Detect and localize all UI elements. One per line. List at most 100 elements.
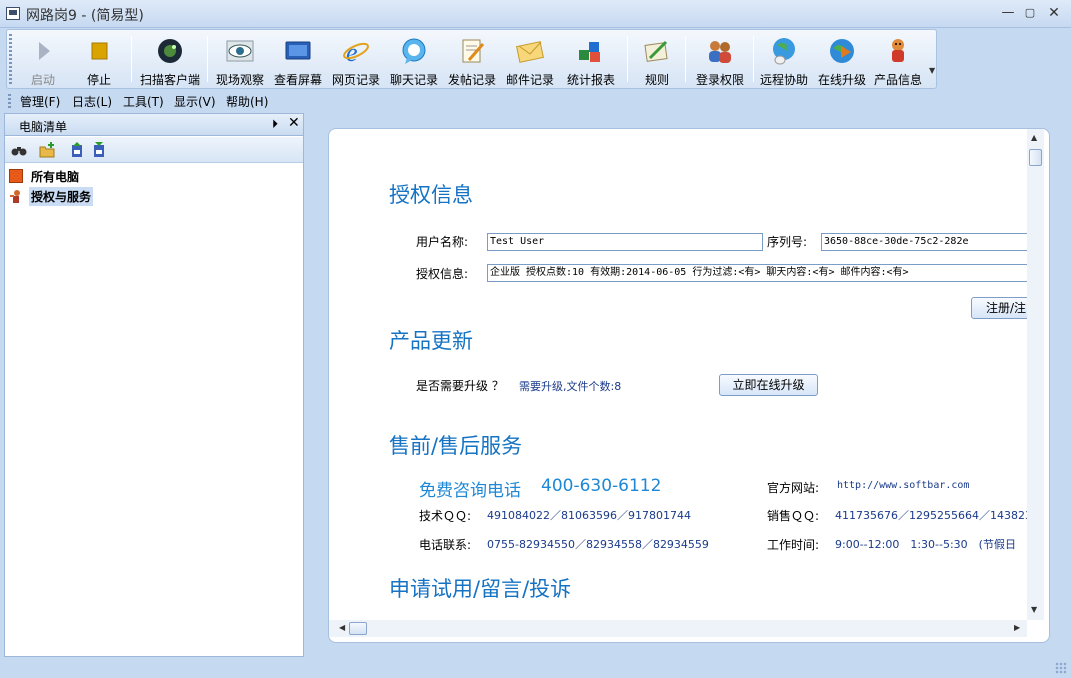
tree-item-label: 授权与服务 bbox=[29, 187, 94, 206]
title-bar: 网路岗9 - (简易型) — ▢ ✕ bbox=[0, 0, 1071, 28]
mail-icon bbox=[516, 41, 544, 63]
serial-label: 序列号: bbox=[767, 235, 808, 249]
license-info-label: 授权信息: bbox=[416, 267, 469, 281]
scroll-left-icon[interactable]: ◀ bbox=[339, 623, 345, 632]
license-info-field[interactable]: 企业版 授权点数:10 有效期:2014-06-05 行为过滤:<有> 聊天内容… bbox=[487, 264, 1027, 282]
stats-report-label: 统计报表 bbox=[566, 73, 615, 87]
website-label: 官方网站: bbox=[767, 481, 820, 495]
svg-text:e: e bbox=[346, 38, 358, 66]
toolbar-overflow-icon[interactable]: ▼ bbox=[929, 66, 939, 86]
start-button[interactable]: 启动 bbox=[15, 30, 71, 88]
chat-log-button[interactable]: 聊天记录 bbox=[385, 30, 443, 88]
menu-view[interactable]: 显示(V) bbox=[174, 93, 216, 110]
add-group-icon[interactable] bbox=[39, 142, 55, 158]
horizontal-scroll-thumb[interactable] bbox=[349, 622, 367, 635]
upgrade-question: 是否需要升级 ？ bbox=[416, 379, 504, 393]
report-icon bbox=[579, 42, 600, 62]
maximize-icon[interactable]: ▢ bbox=[1018, 4, 1042, 22]
service-heading: 售前/售后服务 bbox=[389, 434, 523, 458]
browser-icon: e bbox=[343, 38, 369, 66]
scroll-down-icon[interactable]: ▼ bbox=[1031, 605, 1037, 614]
menu-log[interactable]: 日志(L) bbox=[72, 93, 112, 110]
web-log-label: 网页记录 bbox=[331, 73, 380, 87]
play-icon bbox=[39, 42, 50, 60]
toolbar-separator bbox=[627, 36, 628, 82]
minimize-icon[interactable]: — bbox=[996, 4, 1020, 22]
horizontal-scrollbar[interactable]: ◀ ▶ bbox=[329, 620, 1027, 637]
close-icon[interactable]: ✕ bbox=[1042, 4, 1066, 22]
resize-grip-icon[interactable] bbox=[1055, 662, 1067, 674]
live-view-button[interactable]: 现场观察 bbox=[211, 30, 269, 88]
hours-value: 9:00--12:00 1:30--5:30 (节假日 bbox=[835, 538, 1016, 551]
sales-qq-label: 销售ＱＱ: bbox=[767, 509, 820, 523]
update-heading: 产品更新 bbox=[389, 329, 473, 353]
rules-icon bbox=[644, 40, 668, 62]
post-log-button[interactable]: 发帖记录 bbox=[443, 30, 501, 88]
panel-toolbar bbox=[5, 137, 303, 163]
license-heading: 授权信息 bbox=[389, 183, 473, 207]
menu-help[interactable]: 帮助(H) bbox=[226, 93, 268, 110]
export-icon[interactable] bbox=[91, 142, 107, 158]
tree-item-all-computers[interactable]: 所有电脑 bbox=[9, 167, 81, 185]
remote-help-button[interactable]: 远程协助 bbox=[755, 30, 813, 88]
menubar-grip[interactable] bbox=[8, 94, 11, 108]
tech-qq-value: 491084022／81063596／917801744 bbox=[487, 509, 691, 522]
website-link[interactable]: http://www.softbar.com bbox=[837, 480, 969, 491]
vertical-scrollbar[interactable]: ▲ ▼ bbox=[1027, 129, 1044, 620]
scroll-up-icon[interactable]: ▲ bbox=[1031, 133, 1037, 142]
app-icon bbox=[6, 7, 20, 20]
online-upgrade-button[interactable]: 在线升级 bbox=[813, 30, 871, 88]
tree-item-license-service[interactable]: 授权与服务 bbox=[9, 187, 94, 206]
product-info-icon bbox=[892, 39, 904, 62]
menu-manage[interactable]: 管理(F) bbox=[20, 93, 60, 110]
menu-bar: 管理(F) 日志(L) 工具(T) 显示(V) 帮助(H) bbox=[0, 90, 1071, 112]
panel-title: 电脑清单 bbox=[19, 120, 68, 134]
rules-button[interactable]: 规则 bbox=[631, 30, 683, 88]
toolbar-separator bbox=[131, 36, 132, 82]
trial-heading: 申请试用/留言/投诉 bbox=[389, 577, 572, 601]
find-icon[interactable] bbox=[11, 142, 27, 158]
stop-button[interactable]: 停止 bbox=[71, 30, 127, 88]
hotline-label: 免费咨询电话 bbox=[419, 481, 521, 501]
stats-report-button[interactable]: 统计报表 bbox=[559, 30, 623, 88]
remote-help-icon bbox=[773, 38, 795, 65]
login-permission-label: 登录权限 bbox=[695, 73, 744, 87]
panel-close-icon[interactable]: ✕ bbox=[288, 115, 300, 131]
scroll-right-icon[interactable]: ▶ bbox=[1014, 623, 1020, 632]
main-toolbar: 启动 停止 扫描客户端 现场观察 查看屏幕 e 网页记录 聊天记录 发帖记录 邮… bbox=[6, 29, 937, 89]
post-log-label: 发帖记录 bbox=[447, 73, 496, 87]
toolbar-grip[interactable] bbox=[9, 34, 12, 86]
serial-field[interactable]: 3650-88ce-30de-75c2-282e bbox=[821, 233, 1027, 251]
tech-qq-label: 技术ＱＱ: bbox=[419, 509, 472, 523]
live-view-label: 现场观察 bbox=[215, 73, 264, 87]
scan-icon bbox=[158, 39, 182, 63]
scan-clients-button[interactable]: 扫描客户端 bbox=[135, 30, 205, 88]
toolbar-separator bbox=[753, 36, 754, 82]
chat-log-label: 聊天记录 bbox=[389, 73, 438, 87]
toolbar-separator bbox=[685, 36, 686, 82]
phone-label: 电话联系: bbox=[419, 538, 472, 552]
vertical-scroll-thumb[interactable] bbox=[1029, 149, 1042, 166]
username-field[interactable]: Test User bbox=[487, 233, 763, 251]
login-permission-button[interactable]: 登录权限 bbox=[689, 30, 751, 88]
view-screen-label: 查看屏幕 bbox=[273, 73, 322, 87]
online-upgrade-label: 在线升级 bbox=[817, 73, 866, 87]
post-icon bbox=[462, 39, 485, 63]
panel-header: 电脑清单 ⏵ ✕ bbox=[5, 114, 303, 136]
product-info-button[interactable]: 产品信息 bbox=[869, 30, 927, 88]
import-icon[interactable] bbox=[69, 142, 85, 158]
web-log-button[interactable]: e 网页记录 bbox=[327, 30, 385, 88]
view-screen-button[interactable]: 查看屏幕 bbox=[269, 30, 327, 88]
stop-label: 停止 bbox=[86, 73, 111, 87]
pin-icon[interactable]: ⏵ bbox=[272, 117, 278, 132]
online-upgrade-now-button[interactable]: 立即在线升级 bbox=[719, 374, 818, 396]
scan-clients-label: 扫描客户端 bbox=[139, 73, 200, 87]
computer-group-icon bbox=[9, 169, 23, 183]
menu-tools[interactable]: 工具(T) bbox=[123, 93, 164, 110]
register-button[interactable]: 注册/注 bbox=[971, 297, 1027, 319]
mail-log-button[interactable]: 邮件记录 bbox=[501, 30, 559, 88]
username-label: 用户名称: bbox=[416, 235, 469, 249]
toolbar-separator bbox=[207, 36, 208, 82]
stop-icon bbox=[91, 42, 108, 60]
upgrade-status: 需要升级,文件个数:8 bbox=[519, 380, 622, 393]
